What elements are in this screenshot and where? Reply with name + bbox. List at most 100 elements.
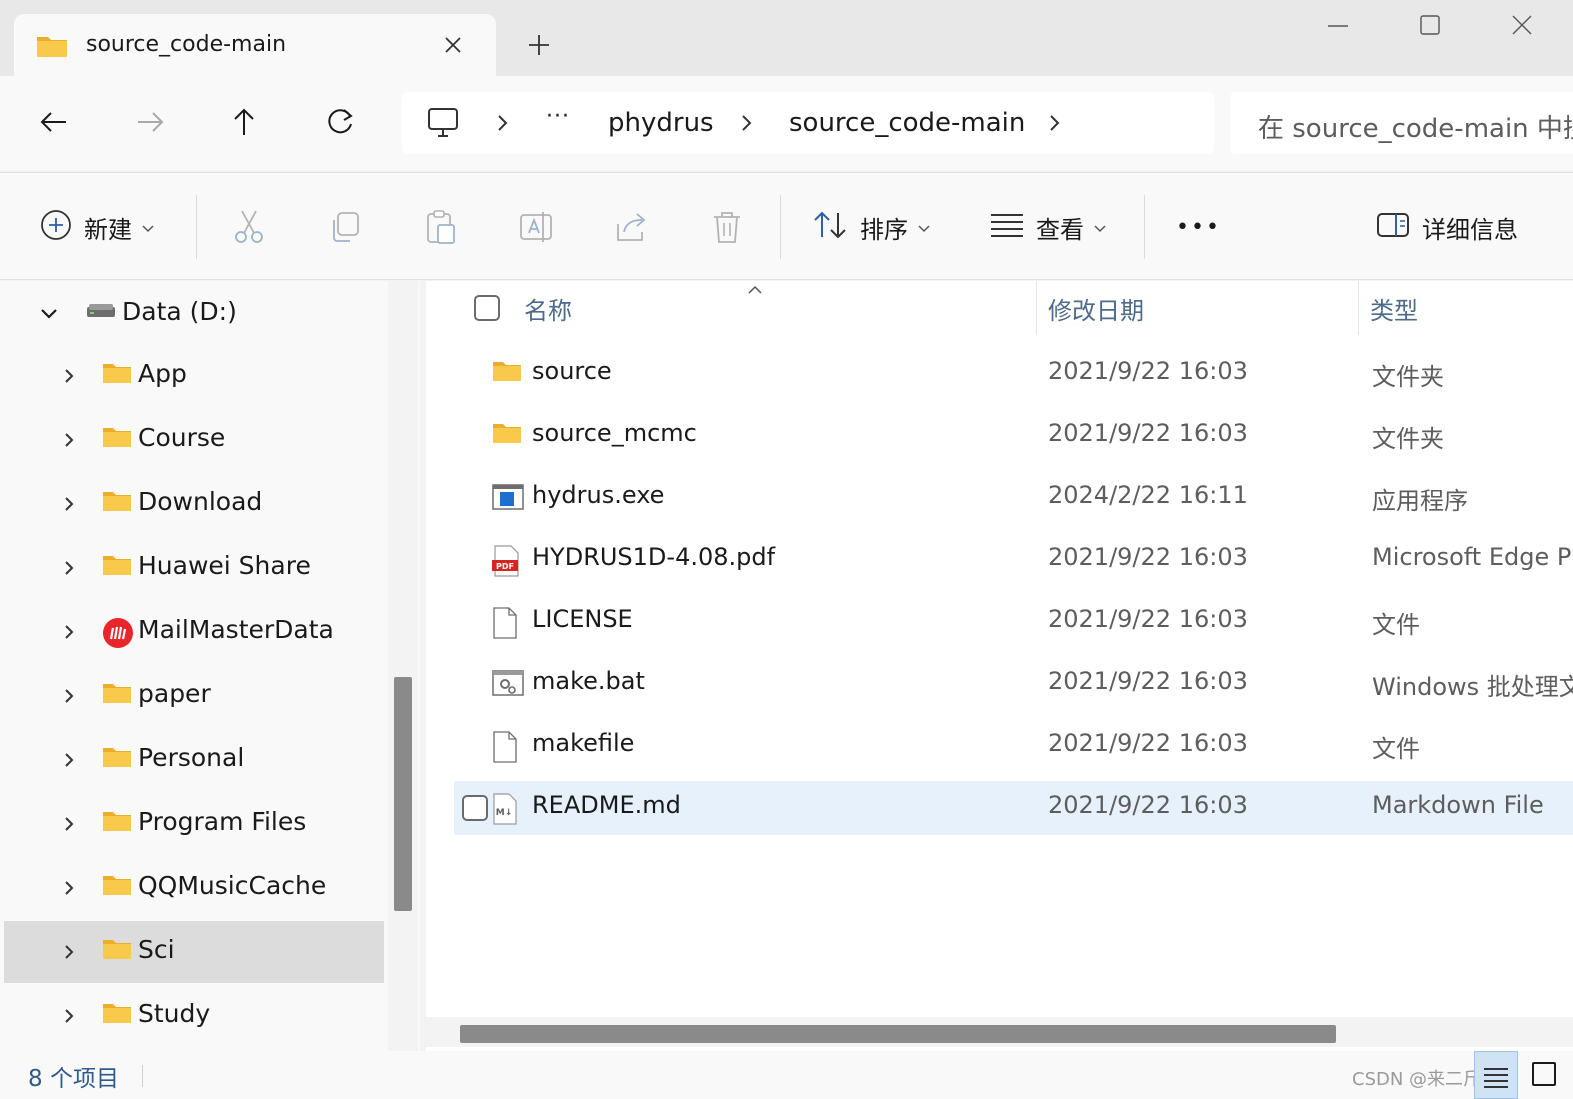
copy-icon[interactable] (328, 207, 362, 247)
close-tab-icon[interactable] (438, 30, 468, 60)
details-view-button[interactable] (1474, 1051, 1518, 1099)
select-all-checkbox[interactable] (474, 295, 500, 321)
chevron-right-icon[interactable] (62, 495, 76, 517)
toolbar-divider (1144, 195, 1145, 259)
file-date: 2021/9/22 16:03 (1048, 667, 1248, 695)
file-row[interactable]: LICENSE 2021/9/22 16:03 文件 (454, 595, 1573, 649)
tree-item-label: App (138, 359, 187, 388)
tree-item[interactable]: App (4, 345, 384, 407)
file-name: LICENSE (532, 605, 633, 633)
forward-button[interactable] (130, 102, 170, 142)
new-tab-button[interactable] (524, 30, 554, 60)
breadcrumb-phydrus[interactable]: phydrus (608, 108, 714, 138)
chevron-right-icon[interactable] (62, 1007, 76, 1029)
tree-item[interactable]: Download (4, 473, 384, 535)
close-window-button[interactable] (1500, 8, 1544, 44)
file-icon (492, 607, 518, 643)
column-header-name[interactable]: 名称 (524, 291, 572, 326)
tree-item-label: Download (138, 487, 263, 516)
this-pc-icon[interactable] (426, 106, 460, 144)
details-pane-button[interactable]: 详细信息 (1376, 207, 1518, 247)
file-date: 2021/9/22 16:03 (1048, 419, 1248, 447)
file-row[interactable]: source 2021/9/22 16:03 文件夹 (454, 347, 1573, 401)
tree-item[interactable]: MailMasterData (4, 601, 384, 663)
svg-text:M↓: M↓ (496, 808, 513, 818)
file-row[interactable]: PDF HYDRUS1D-4.08.pdf 2021/9/22 16:03 Micro… (454, 533, 1573, 587)
maximize-button[interactable] (1408, 8, 1452, 44)
chevron-right-icon[interactable] (62, 943, 76, 965)
up-button[interactable] (224, 102, 264, 142)
column-divider[interactable] (1036, 281, 1037, 335)
file-row[interactable]: make.bat 2021/9/22 16:03 Windows 批处理文件 (454, 657, 1573, 711)
large-icons-view-button[interactable] (1524, 1059, 1564, 1091)
file-row[interactable]: source_mcmc 2021/9/22 16:03 文件夹 (454, 409, 1573, 463)
column-divider[interactable] (1358, 281, 1359, 335)
markdown-icon: M↓ (492, 793, 518, 829)
row-checkbox[interactable] (462, 795, 488, 821)
tree-item[interactable]: Program Files (4, 793, 384, 855)
chevron-right-icon[interactable] (62, 815, 76, 837)
file-icon (492, 731, 518, 767)
cut-icon[interactable] (232, 207, 266, 247)
tree-item-data-drive[interactable]: Data (D:) (4, 283, 384, 345)
chevron-right-icon[interactable] (62, 687, 76, 709)
tree-item[interactable]: Sci (4, 921, 384, 983)
more-options-button[interactable]: ••• (1176, 207, 1221, 247)
file-row[interactable]: makefile 2021/9/22 16:03 文件 (454, 719, 1573, 773)
tree-item[interactable]: Course (4, 409, 384, 471)
tree-item-label: Sci (138, 935, 175, 964)
view-label: 查看 (1036, 215, 1084, 244)
sort-button[interactable]: 排序 (812, 207, 930, 247)
search-box[interactable]: 在 source_code-main 中搜索 (1230, 92, 1573, 154)
tree-item[interactable]: Personal (4, 729, 384, 791)
tree-item[interactable]: QQMusicCache (4, 857, 384, 919)
rename-icon[interactable] (518, 207, 554, 247)
tree-item[interactable]: Study (4, 985, 384, 1047)
breadcrumb-chevron-icon[interactable] (496, 112, 510, 134)
chevron-right-icon[interactable] (62, 431, 76, 453)
list-view-icon (990, 212, 1024, 242)
svg-text:PDF: PDF (496, 562, 514, 571)
tree-item-label: Personal (138, 743, 245, 772)
sidebar-scrollbar[interactable] (388, 281, 418, 1051)
file-row[interactable]: hydrus.exe 2024/2/22 16:11 应用程序 (454, 471, 1573, 525)
column-header-date[interactable]: 修改日期 (1048, 291, 1144, 326)
paste-icon[interactable] (424, 207, 458, 247)
sidebar-scrollbar-thumb[interactable] (394, 677, 412, 911)
delete-icon[interactable] (710, 207, 744, 247)
status-divider (142, 1065, 143, 1087)
minimize-button[interactable] (1316, 8, 1360, 44)
chevron-right-icon[interactable] (62, 879, 76, 901)
chevron-right-icon[interactable] (62, 623, 76, 645)
breadcrumb-chevron-icon[interactable] (740, 112, 754, 134)
horizontal-scrollbar-thumb[interactable] (460, 1025, 1336, 1043)
command-bar: 新建 排序 查看 ••• 详细信息 (0, 172, 1573, 280)
tree-item[interactable]: Huawei Share (4, 537, 384, 599)
chevron-right-icon[interactable] (62, 559, 76, 581)
bat-icon (492, 669, 524, 701)
back-button[interactable] (34, 102, 74, 142)
chevron-right-icon[interactable] (62, 367, 76, 389)
breadcrumb-chevron-icon[interactable] (1048, 112, 1062, 134)
folder-icon (102, 681, 132, 709)
chevron-right-icon[interactable] (62, 751, 76, 773)
breadcrumb-source-code-main[interactable]: source_code-main (789, 108, 1025, 138)
refresh-button[interactable] (320, 102, 360, 142)
file-name: README.md (532, 791, 681, 819)
breadcrumb-ellipsis[interactable]: ··· (546, 104, 570, 129)
view-button[interactable]: 查看 (990, 207, 1106, 247)
tab-source-code-main[interactable]: source_code-main (14, 14, 496, 76)
folder-icon (102, 489, 132, 517)
search-input[interactable]: 在 source_code-main 中搜索 (1258, 108, 1573, 145)
chevron-down-icon[interactable] (40, 305, 58, 327)
file-name: source (532, 357, 612, 385)
file-row[interactable]: M↓ README.md 2021/9/22 16:03 Markdown File (454, 781, 1573, 835)
details-label: 详细信息 (1422, 215, 1518, 244)
column-header-type[interactable]: 类型 (1370, 291, 1418, 326)
address-bar[interactable]: ··· phydrus source_code-main (402, 92, 1214, 154)
file-type: 文件夹 (1372, 363, 1444, 391)
new-button[interactable]: 新建 (40, 207, 154, 247)
tree-item[interactable]: paper (4, 665, 384, 727)
file-date: 2024/2/22 16:11 (1048, 481, 1248, 509)
share-icon[interactable] (614, 207, 650, 247)
